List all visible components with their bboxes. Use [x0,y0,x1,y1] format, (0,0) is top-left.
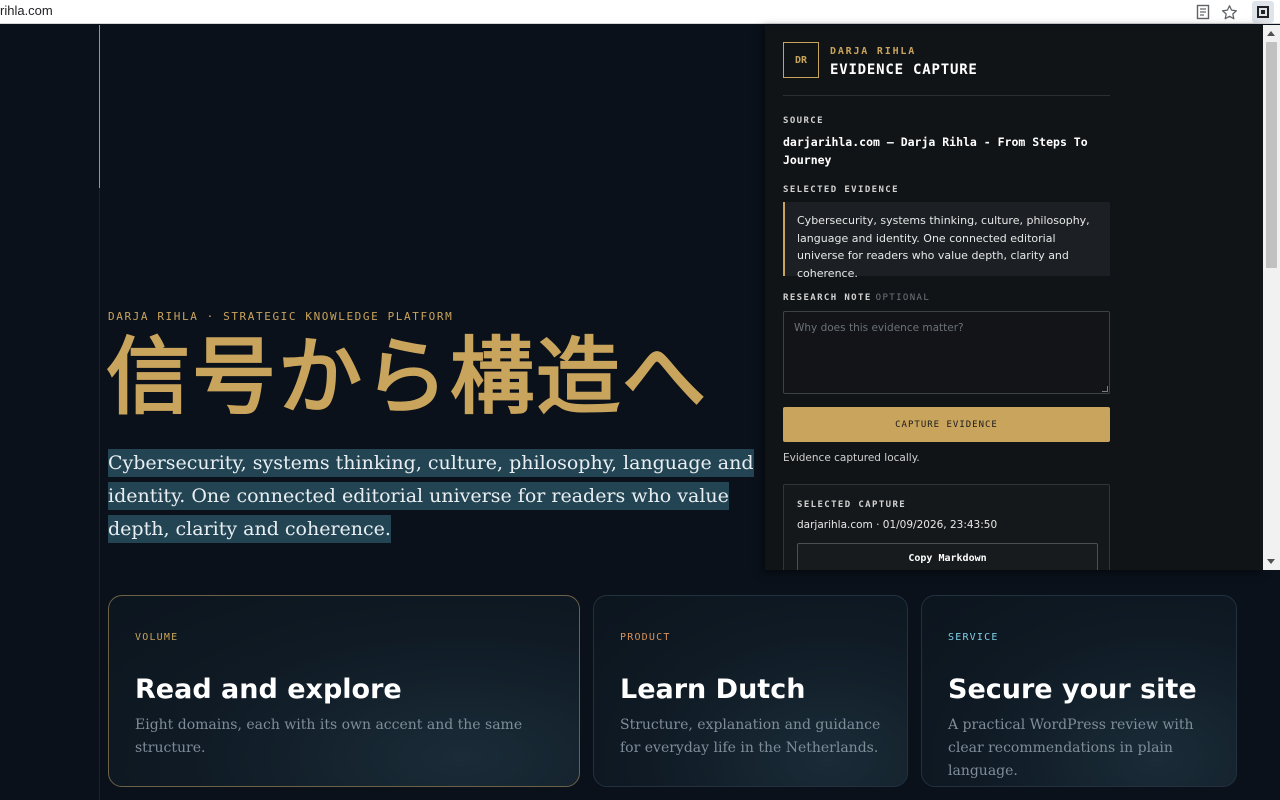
capture-status: Evidence captured locally. [783,452,920,464]
scroll-down-icon[interactable] [1267,559,1275,564]
capture-evidence-button[interactable]: CAPTURE EVIDENCE [783,407,1110,442]
card-volume[interactable]: VOLUME Read and explore Eight domains, e… [108,595,580,787]
card-service[interactable]: SERVICE Secure your site A practical Wor… [921,595,1237,787]
card-title: Learn Dutch [620,674,806,705]
copy-markdown-button[interactable]: Copy Markdown [797,543,1098,570]
star-icon[interactable] [1219,2,1239,22]
browser-toolbar: rihla.com [0,0,1280,24]
card-tag: SERVICE [948,632,999,643]
research-note-label-text: RESEARCH NOTE [783,293,872,303]
hero-eyebrow: DARJA RIHLA · STRATEGIC KNOWLEDGE PLATFO… [108,310,454,323]
hero-headline: 信号から構造へ [106,328,709,426]
card-desc: Eight domains, each with its own accent … [135,717,523,756]
card-desc: A practical WordPress review with clear … [948,717,1194,779]
brand-logo: DR [783,42,819,78]
reader-mode-icon[interactable] [1193,2,1213,22]
scroll-up-icon[interactable] [1267,31,1275,36]
address-bar-url[interactable]: rihla.com [0,3,53,18]
hero-lede: Cybersecurity, systems thinking, culture… [108,447,778,546]
brand-name: DARJA RIHLA [830,46,917,57]
panel-scrollbar[interactable] [1263,25,1280,570]
research-note-input[interactable] [783,311,1110,394]
evidence-label: SELECTED EVIDENCE [783,185,899,195]
card-title: Read and explore [135,674,402,705]
card-tag: VOLUME [135,632,179,643]
panel-title: EVIDENCE CAPTURE [830,62,978,78]
scroll-thumb[interactable] [1266,42,1277,268]
source-label: SOURCE [783,116,824,126]
resize-handle[interactable] [1102,386,1108,392]
evidence-capture-panel: DR DARJA RIHLA EVIDENCE CAPTURE SOURCE d… [765,25,1263,570]
selected-capture-card: SELECTED CAPTURE darjarihla.com · 01/09/… [783,484,1110,570]
research-note-label: RESEARCH NOTE OPTIONAL [783,293,930,303]
card-product[interactable]: PRODUCT Learn Dutch Structure, explanati… [593,595,908,787]
card-title: Secure your site [948,674,1197,705]
extension-icon[interactable] [1252,1,1274,23]
rail-progress [99,25,100,188]
selected-capture-label: SELECTED CAPTURE [797,500,907,510]
card-tag: PRODUCT [620,632,671,643]
capture-meta: darjarihla.com · 01/09/2026, 23:43:50 [797,519,998,531]
selected-text[interactable]: Cybersecurity, systems thinking, culture… [108,449,754,543]
card-desc: Structure, explanation and guidance for … [620,717,881,756]
optional-hint: OPTIONAL [875,293,931,303]
source-value: darjarihla.com — Darja Rihla - From Step… [783,135,1088,167]
divider [783,95,1110,96]
selected-evidence-quote: Cybersecurity, systems thinking, culture… [783,202,1110,280]
